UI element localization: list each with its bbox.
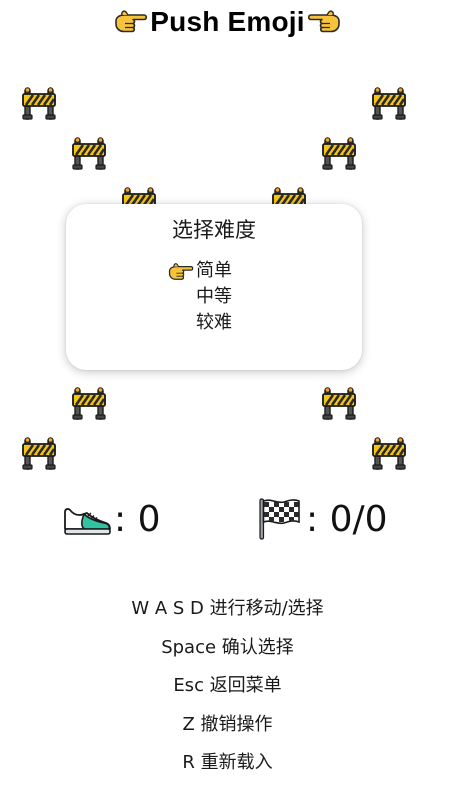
instruction-confirm: Space 确认选择 bbox=[161, 636, 294, 658]
difficulty-dialog: 选择难度 简单 中等 较难 bbox=[66, 204, 362, 370]
steps-counter: : 0 bbox=[62, 496, 160, 542]
difficulty-option-medium[interactable]: 中等 bbox=[196, 284, 232, 310]
instruction-reload: R 重新载入 bbox=[182, 752, 273, 773]
construction-barrier-icon bbox=[21, 435, 57, 471]
construction-barrier-icon bbox=[71, 385, 107, 421]
pointing-hand-icon bbox=[114, 9, 148, 35]
difficulty-options: 简单 中等 较难 bbox=[66, 258, 362, 336]
construction-barrier-icon bbox=[371, 435, 407, 471]
page-title: Push Emoji bbox=[0, 2, 455, 42]
option-label: 中等 bbox=[196, 286, 232, 307]
difficulty-option-easy[interactable]: 简单 bbox=[196, 258, 232, 284]
construction-barrier-icon bbox=[71, 135, 107, 171]
dialog-title: 选择难度 bbox=[172, 218, 256, 242]
construction-barrier-icon bbox=[321, 135, 357, 171]
instruction-move: W A S D 进行移动/选择 bbox=[131, 598, 324, 619]
goals-value: : 0/0 bbox=[306, 498, 388, 540]
construction-barrier-icon bbox=[371, 85, 407, 121]
checkered-flag-icon bbox=[254, 496, 304, 542]
construction-barrier-icon bbox=[21, 85, 57, 121]
controls-help: W A S D 进行移动/选择 Space 确认选择 Esc 返回菜单 Z 撤销… bbox=[0, 590, 455, 783]
goals-counter: : 0/0 bbox=[254, 496, 388, 542]
construction-barrier-icon bbox=[321, 385, 357, 421]
option-label: 简单 bbox=[196, 260, 232, 281]
pointing-hand-icon bbox=[168, 262, 194, 282]
instruction-menu: Esc 返回菜单 bbox=[173, 675, 282, 696]
instruction-undo: Z 撤销操作 bbox=[182, 713, 273, 735]
steps-value: : 0 bbox=[114, 498, 161, 540]
pointing-hand-icon bbox=[307, 9, 341, 35]
difficulty-option-hard[interactable]: 较难 bbox=[196, 310, 232, 336]
title-text: Push Emoji bbox=[150, 6, 305, 37]
sneaker-icon bbox=[62, 496, 112, 542]
option-label: 较难 bbox=[196, 312, 232, 333]
